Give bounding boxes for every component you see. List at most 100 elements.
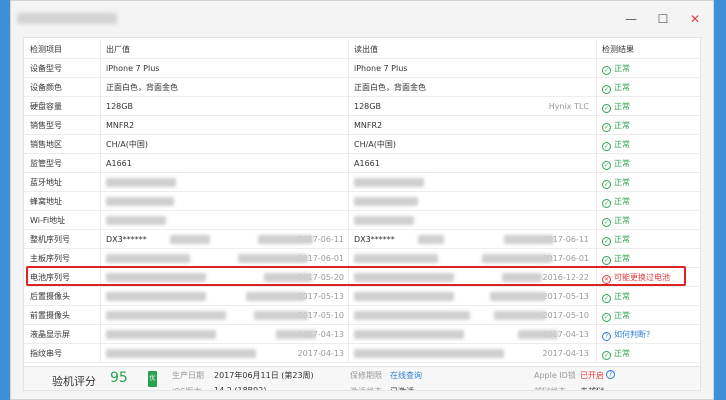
row-result: ✓ 正常	[602, 344, 698, 363]
check-circle-icon: ✓	[602, 294, 611, 303]
column-divider	[100, 154, 101, 173]
check-circle-icon: ✓	[602, 142, 611, 151]
check-circle-icon: ✓	[602, 66, 611, 75]
table-row: 设备颜色 正面白色，背面金色 正面白色，背面金色 ✓ 正常	[24, 78, 700, 97]
column-divider	[348, 344, 349, 363]
row-result-text: 正常	[614, 140, 630, 149]
prod-date-label: 生产日期	[172, 371, 204, 380]
row-result: ✓ 正常	[602, 173, 698, 192]
row-result-text: 正常	[614, 216, 630, 225]
maximize-icon[interactable]: ☐	[647, 1, 679, 37]
row-factory-value: iPhone 7 Plus	[106, 64, 160, 73]
window-title-blurred	[17, 13, 117, 24]
column-divider	[596, 116, 597, 135]
row-result: ✓ 正常	[602, 78, 698, 97]
check-circle-icon: ✓	[602, 85, 611, 94]
row-item-name: 前置摄像头	[30, 311, 70, 320]
row-result-text: 正常	[614, 121, 630, 130]
row-item-name: 硬盘容量	[30, 102, 62, 111]
redacted-value	[354, 311, 470, 320]
header-read: 读出值	[354, 45, 378, 54]
column-divider	[348, 40, 349, 59]
redacted-value	[170, 235, 210, 244]
redacted-value	[106, 349, 256, 358]
redacted-value	[106, 292, 206, 301]
row-factory-value: MNFR2	[106, 121, 135, 130]
row-item-name: 销售型号	[30, 121, 62, 130]
check-circle-icon: ✓	[602, 161, 611, 170]
row-item-name: 指纹串号	[30, 349, 62, 358]
table-row: 销售型号 MNFR2 MNFR2 ✓ 正常	[24, 116, 700, 135]
report-table: 检测项目 出厂值 读出值 检测结果 设备型号 iPhone 7 Plus iPhone 7 …	[23, 37, 701, 391]
row-result: ✓ 正常	[602, 211, 698, 230]
check-circle-icon: ✓	[602, 256, 611, 265]
row-result: ✓ 正常	[602, 135, 698, 154]
row-factory-value: 正面白色，背面金色	[106, 83, 178, 92]
row-factory-value: 128GB	[106, 102, 133, 111]
row-factory-value: CH/A(中国)	[106, 140, 149, 149]
column-divider	[596, 306, 597, 325]
column-divider	[348, 230, 349, 249]
app-window: — ☐ ✕ 检测项目 出厂值 读出值 检测结果 设备型号 iPhone 7 Plus iPh…	[10, 0, 714, 400]
column-divider	[348, 192, 349, 211]
check-circle-icon: ✓	[602, 313, 611, 322]
minimize-icon[interactable]: —	[615, 1, 647, 37]
table-row: 监管型号 A1661 A1661 ✓ 正常	[24, 154, 700, 173]
activation-label: 激活状态	[350, 386, 382, 390]
check-circle-icon: ✓	[602, 104, 611, 113]
row-result[interactable]: ? 如何判断?	[602, 325, 698, 344]
row-item-name: Wi-Fi地址	[30, 216, 66, 225]
table-row: Wi-Fi地址 ✓ 正常	[24, 211, 700, 230]
row-item-name: 液晶显示屏	[30, 330, 70, 339]
column-divider	[348, 97, 349, 116]
column-divider	[100, 230, 101, 249]
help-circle-icon[interactable]: ?	[606, 370, 615, 379]
row-result-text: 正常	[614, 159, 630, 168]
row-result: ✓ 正常	[602, 230, 698, 249]
row-item-name: 蓝牙地址	[30, 178, 62, 187]
column-divider	[100, 287, 101, 306]
column-divider	[100, 116, 101, 135]
column-divider	[100, 97, 101, 116]
table-header: 检测项目 出厂值 读出值 检测结果	[24, 40, 700, 59]
table-row: 设备型号 iPhone 7 Plus iPhone 7 Plus ✓ 正常	[24, 59, 700, 78]
check-circle-icon: ✓	[602, 180, 611, 189]
row-result-text: 正常	[614, 83, 630, 92]
column-divider	[348, 116, 349, 135]
check-circle-icon: ✓	[602, 199, 611, 208]
column-divider	[596, 287, 597, 306]
column-divider	[596, 173, 597, 192]
column-divider	[348, 135, 349, 154]
redacted-value	[106, 216, 166, 225]
redacted-value	[518, 330, 558, 339]
warranty-link[interactable]: 在线查询	[390, 370, 422, 381]
check-circle-icon: ✓	[602, 237, 611, 246]
score-tag: 优	[148, 371, 157, 387]
table-row: 指纹串号 2017-04-13 2017-04-13 ✓ 正常	[24, 344, 700, 363]
header-factory: 出厂值	[106, 45, 130, 54]
column-divider	[596, 40, 597, 59]
column-divider	[596, 211, 597, 230]
check-circle-icon: ✓	[602, 123, 611, 132]
jailbreak-value: 未越狱	[580, 386, 604, 390]
row-result-text: 正常	[614, 311, 630, 320]
row-read-value: 正面白色，背面金色	[354, 83, 426, 92]
column-divider	[100, 344, 101, 363]
row-read-value: MNFR2	[354, 121, 383, 130]
column-divider	[348, 78, 349, 97]
battery-warning-highlight	[26, 266, 686, 286]
column-divider	[348, 325, 349, 344]
appleid-value: 已开启	[580, 371, 604, 380]
table-row: 销售地区 CH/A(中国) CH/A(中国) ✓ 正常	[24, 135, 700, 154]
column-divider	[348, 287, 349, 306]
title-bar: — ☐ ✕	[11, 1, 713, 37]
column-divider	[596, 344, 597, 363]
redacted-value	[504, 235, 554, 244]
row-read-value: DX3******	[354, 235, 395, 244]
row-read-extra: Hynix TLC	[548, 102, 589, 111]
column-divider	[348, 306, 349, 325]
score-label: 验机评分	[52, 375, 96, 388]
close-icon[interactable]: ✕	[679, 1, 711, 37]
redacted-value	[490, 292, 546, 301]
column-divider	[596, 325, 597, 344]
